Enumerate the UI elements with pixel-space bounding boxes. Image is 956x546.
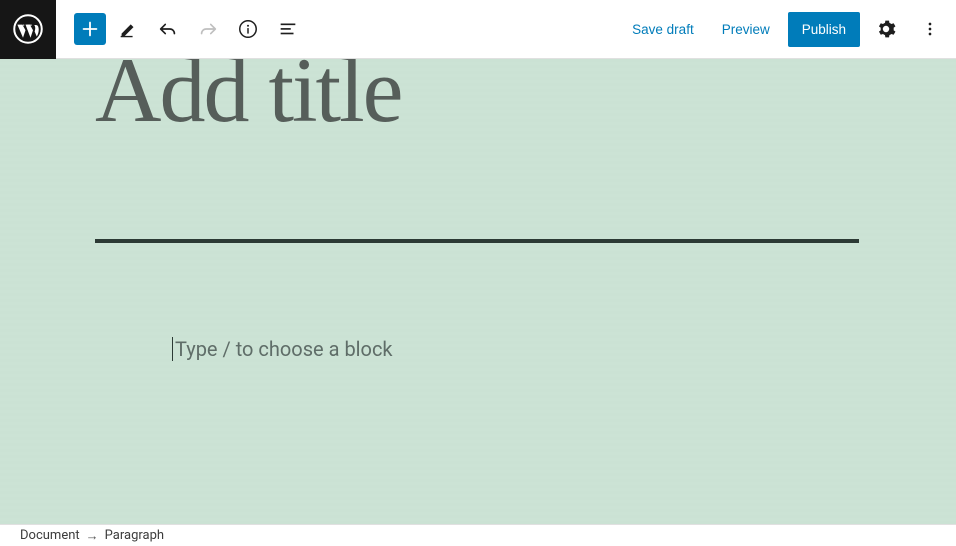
arrow-right-icon: → <box>86 528 99 544</box>
info-button[interactable] <box>230 11 266 47</box>
breadcrumb-current[interactable]: Paragraph <box>105 528 164 543</box>
top-toolbar: Save draft Preview Publish <box>0 0 956 59</box>
settings-button[interactable] <box>868 11 904 47</box>
save-draft-button[interactable]: Save draft <box>622 14 704 45</box>
more-options-button[interactable] <box>912 11 948 47</box>
add-block-button[interactable] <box>74 13 106 45</box>
pencil-icon <box>117 18 139 40</box>
preview-button[interactable]: Preview <box>712 14 780 45</box>
undo-button[interactable] <box>150 11 186 47</box>
editor-canvas[interactable]: Add title Type / to choose a block <box>0 59 956 524</box>
title-divider <box>95 239 859 243</box>
wordpress-logo[interactable] <box>0 0 56 59</box>
toolbar-right-group: Save draft Preview Publish <box>622 11 948 47</box>
outline-button[interactable] <box>270 11 306 47</box>
breadcrumb-root[interactable]: Document <box>20 528 80 543</box>
text-caret <box>172 337 173 361</box>
redo-icon <box>197 18 219 40</box>
undo-icon <box>157 18 179 40</box>
block-placeholder-text: Type / to choose a block <box>175 337 393 361</box>
info-icon <box>237 18 259 40</box>
title-placeholder[interactable]: Add title <box>95 59 402 143</box>
paragraph-block[interactable]: Type / to choose a block <box>172 337 393 361</box>
redo-button[interactable] <box>190 11 226 47</box>
plus-icon <box>79 18 101 40</box>
breadcrumb: Document → Paragraph <box>0 524 956 546</box>
toolbar-left-group <box>74 11 306 47</box>
outline-icon <box>277 18 299 40</box>
gear-icon <box>875 18 897 40</box>
kebab-icon <box>920 19 940 39</box>
tools-button[interactable] <box>110 11 146 47</box>
publish-button[interactable]: Publish <box>788 12 860 47</box>
wordpress-icon <box>13 14 43 44</box>
